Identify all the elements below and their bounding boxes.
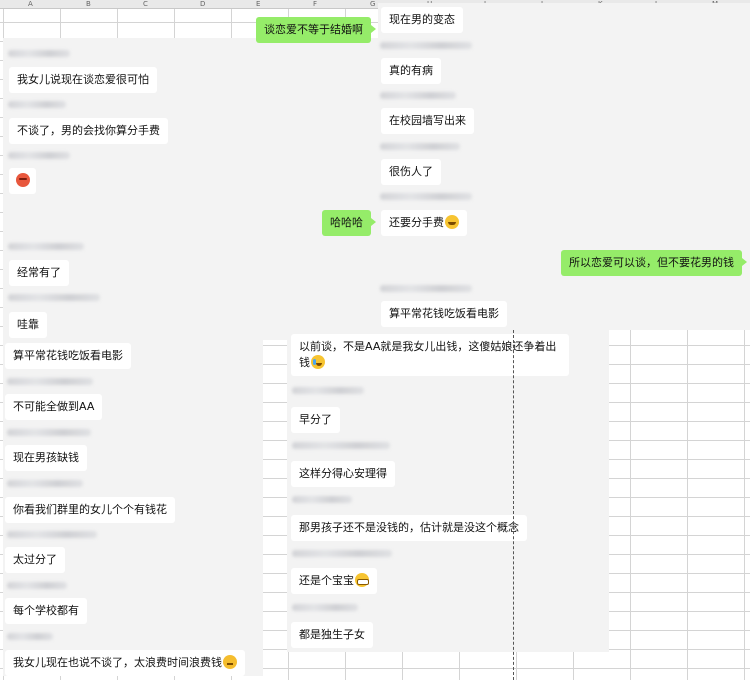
blurred-sender-name <box>292 442 390 449</box>
blurred-sender-name <box>380 143 460 150</box>
thinking-face-icon <box>223 655 237 669</box>
chat-message: 现在男孩缺钱 <box>5 445 87 471</box>
blurred-sender-name <box>8 50 70 57</box>
blurred-sender-name <box>7 582 67 589</box>
chat-message-text: 还是个宝宝 <box>299 574 354 587</box>
chat-message: 很伤人了 <box>381 159 441 185</box>
sent-message: 谈恋爱不等于结婚啊 <box>256 17 376 43</box>
blurred-sender-name <box>380 193 472 200</box>
blurred-sender-name <box>8 294 100 301</box>
sent-message: 哈哈哈 <box>322 210 376 236</box>
chat-message: 早分了 <box>291 407 340 433</box>
blurred-sender-name <box>292 550 392 557</box>
blurred-sender-name <box>7 378 93 385</box>
chat-message: 这样分得心安理得 <box>291 461 395 487</box>
blurred-sender-name <box>8 152 70 159</box>
blurred-sender-name <box>380 285 472 292</box>
chat-message: 太过分了 <box>5 547 65 573</box>
blurred-sender-name <box>7 531 97 538</box>
laughing-face-icon <box>445 215 459 229</box>
sent-message: 所以恋爱可以谈，但不要花男的钱 <box>561 250 747 276</box>
chat-message-text: 以前谈，不是AA就是我女儿出钱，这傻姑娘还争着出钱 <box>299 340 557 369</box>
chat-message: 还要分手费 <box>381 210 467 236</box>
blurred-sender-name <box>7 633 53 640</box>
chat-message: 以前谈，不是AA就是我女儿出钱，这傻姑娘还争着出钱 <box>291 334 569 376</box>
chat-message: 现在男的变态 <box>381 7 463 33</box>
blurred-sender-name <box>8 101 66 108</box>
blurred-sender-name <box>380 92 456 99</box>
chat-message: 不谈了，男的会找你算分手费 <box>9 118 168 144</box>
emoji-message <box>9 168 36 194</box>
column-header-b[interactable]: B <box>86 0 91 8</box>
crying-laughing-face-icon <box>311 355 325 369</box>
chat-message: 我女儿说现在谈恋爱很可怕 <box>9 67 157 93</box>
angry-face-icon <box>16 173 30 187</box>
chat-message: 算平常花钱吃饭看电影 <box>381 301 507 327</box>
chat-message-text: 还要分手费 <box>389 216 444 229</box>
blurred-sender-name <box>8 243 84 250</box>
blurred-sender-name <box>292 387 364 394</box>
grinning-face-icon <box>355 573 369 587</box>
blurred-sender-name <box>7 429 91 436</box>
column-header-g[interactable]: G <box>370 0 375 8</box>
column-header-d[interactable]: D <box>200 0 205 8</box>
chat-message: 都是独生子女 <box>291 622 373 648</box>
chat-message: 真的有病 <box>381 58 441 84</box>
chat-message: 在校园墙写出来 <box>381 108 474 134</box>
blurred-sender-name <box>292 496 352 503</box>
column-header-a[interactable]: A <box>28 0 33 8</box>
blurred-sender-name <box>7 480 83 487</box>
chat-message: 你看我们群里的女儿个个有钱花 <box>5 497 175 523</box>
column-header-c[interactable]: C <box>143 0 148 8</box>
chat-message: 哇靠 <box>9 312 47 338</box>
chat-message: 每个学校都有 <box>5 598 87 624</box>
chat-message: 还是个宝宝 <box>291 568 377 594</box>
column-header-f[interactable]: F <box>313 0 317 8</box>
chat-message: 算平常花钱吃饭看电影 <box>5 343 131 369</box>
chat-message: 不可能全做到AA <box>5 394 103 420</box>
chat-message: 我女儿现在也说不谈了，太浪费时间浪费钱 <box>5 650 245 676</box>
page-break-line <box>513 330 514 680</box>
blurred-sender-name <box>292 604 358 611</box>
column-header-e[interactable]: E <box>256 0 260 8</box>
chat-message-text: 我女儿现在也说不谈了，太浪费时间浪费钱 <box>13 656 222 669</box>
chat-message: 那男孩子还不是没钱的，估计就是没这个概念 <box>291 515 527 541</box>
blurred-sender-name <box>380 42 472 49</box>
chat-message: 经常有了 <box>9 260 69 286</box>
